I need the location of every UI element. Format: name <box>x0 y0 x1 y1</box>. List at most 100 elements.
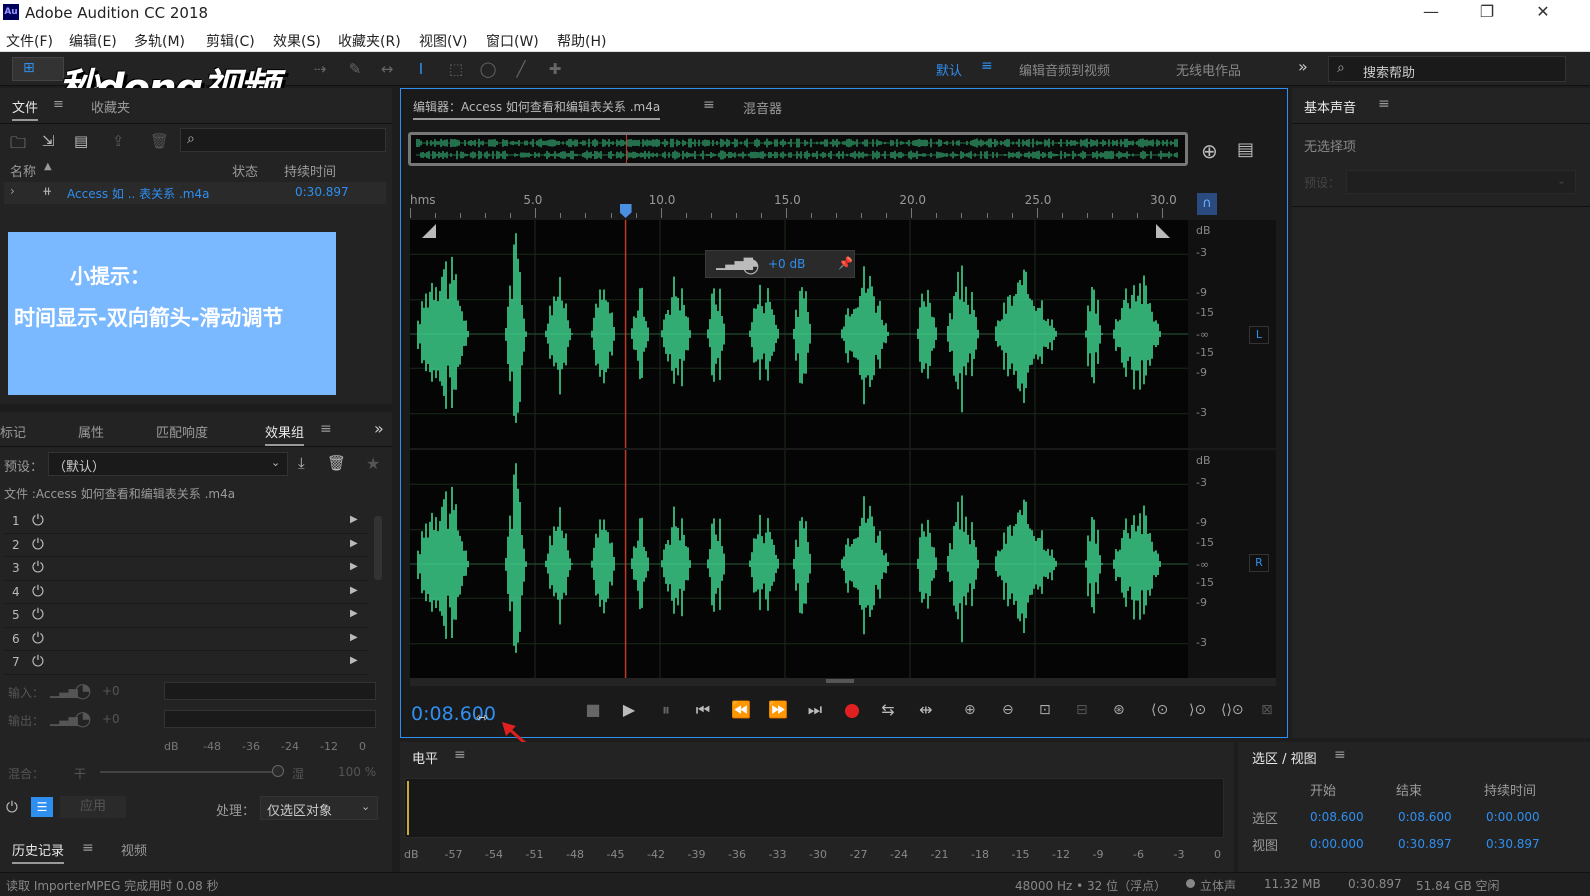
brush-tool-icon[interactable]: ╱ <box>511 60 531 78</box>
razor-tool-icon[interactable]: ✎ <box>345 60 365 78</box>
zoom-in-amplitude-icon[interactable]: ⊕ <box>964 702 976 718</box>
horizontal-scrollbar[interactable] <box>410 678 1276 686</box>
menu-view[interactable]: 视图(V) <box>419 31 468 51</box>
history-menu-icon[interactable]: ≡ <box>82 840 94 856</box>
mix-slider[interactable] <box>100 771 280 773</box>
close-button[interactable]: ✕ <box>1520 0 1566 26</box>
selection-end[interactable]: 0:08.600 <box>1398 810 1452 824</box>
power-icon[interactable]: ⏻ <box>32 558 44 576</box>
tab-files[interactable]: 文件 <box>12 97 39 121</box>
move-tool-icon[interactable]: ⇢ <box>310 60 330 78</box>
tab-markers[interactable]: 标记 <box>0 422 26 441</box>
menu-window[interactable]: 窗口(W) <box>486 31 539 51</box>
slip-tool-icon[interactable]: ↔ <box>377 60 397 78</box>
play-arrow-icon[interactable]: ▶ <box>350 608 358 619</box>
timeline-ruler[interactable]: hms 5.0 10.0 15.0 20.0 25.0 30.0 <box>410 190 1188 220</box>
play-arrow-icon[interactable]: ▶ <box>350 514 358 525</box>
mix-slider-handle[interactable] <box>272 765 284 777</box>
view-start[interactable]: 0:00.000 <box>1310 837 1364 851</box>
skip-selection-icon[interactable]: ⇹ <box>914 700 938 722</box>
effect-slot[interactable]: 6 ⏻ ▶ <box>4 628 368 651</box>
restore-button[interactable]: ❐ <box>1464 0 1510 26</box>
view-duration[interactable]: 0:30.897 <box>1486 837 1540 851</box>
fast-forward-icon[interactable]: ⏩ <box>766 700 790 722</box>
effect-slot[interactable]: 2 ⏻ ▶ <box>4 534 368 557</box>
view-end[interactable]: 0:30.897 <box>1398 837 1452 851</box>
marquee-tool-icon[interactable]: ⬚ <box>446 60 466 78</box>
tab-favorites[interactable]: 收藏夹 <box>91 97 130 116</box>
play-arrow-icon[interactable]: ▶ <box>350 655 358 666</box>
zoom-overview-icon[interactable]: ⊕ <box>1201 139 1218 163</box>
files-menu-icon[interactable]: ≡ <box>53 97 64 112</box>
record-icon[interactable] <box>845 704 859 718</box>
zoom-extra-icon[interactable]: ⊠ <box>1261 702 1273 718</box>
menu-effects[interactable]: 效果(S) <box>273 31 321 51</box>
zoom-time-icon[interactable]: ⊛ <box>1113 702 1125 718</box>
tab-properties[interactable]: 属性 <box>78 422 104 441</box>
tab-match-loudness[interactable]: 匹配响度 <box>156 422 208 441</box>
file-row[interactable]: › ⧺ Access 如 .. 表关系 .m4a 0:30.897 <box>4 182 386 204</box>
selection-view-menu-icon[interactable]: ≡ <box>1334 747 1346 763</box>
power-icon[interactable]: ⏻ <box>32 535 44 553</box>
zoom-selection-icon[interactable]: ⊟ <box>1076 702 1088 718</box>
pin-icon[interactable]: 📌 <box>838 256 853 270</box>
files-search-input[interactable]: ⌕ <box>180 128 386 152</box>
overview-waveform[interactable] <box>408 132 1188 166</box>
new-file-icon[interactable]: ▤ <box>74 132 88 150</box>
overflow-icon[interactable]: » <box>1298 57 1308 76</box>
power-icon[interactable]: ⏻ <box>6 798 18 816</box>
menu-favorites[interactable]: 收藏夹(R) <box>338 31 401 51</box>
pause-icon[interactable]: ⏸ <box>656 700 676 722</box>
menu-file[interactable]: 文件(F) <box>6 31 53 51</box>
skip-end-icon[interactable]: ⏭ <box>804 700 826 722</box>
zoom-out-full-icon[interactable]: ⟨⟩⊙ <box>1221 702 1244 718</box>
favorite-star-icon[interactable]: ★ <box>366 454 380 473</box>
power-icon[interactable]: ⏻ <box>32 511 44 529</box>
channel-left-toggle[interactable]: L <box>1249 326 1269 344</box>
effect-slot[interactable]: 3 ⏻ ▶ <box>4 557 368 581</box>
headphones-icon[interactable]: ∩ <box>1197 193 1217 215</box>
spot-heal-tool-icon[interactable]: ✚ <box>545 60 565 78</box>
scroll-grip[interactable] <box>826 679 854 683</box>
tab-effects-rack[interactable]: 效果组 <box>265 422 305 446</box>
play-icon[interactable]: ▶ <box>619 700 639 722</box>
gain-hud[interactable]: ▁▃▅▇ ◔ +0 dB 📌 <box>705 250 855 278</box>
overflow-icon[interactable]: » <box>374 419 384 438</box>
tab-video[interactable]: 视频 <box>121 840 147 859</box>
zoom-in-left-icon[interactable]: ⟨⊙ <box>1151 702 1168 718</box>
selection-duration[interactable]: 0:00.000 <box>1486 810 1540 824</box>
menu-clip[interactable]: 剪辑(C) <box>206 31 255 51</box>
waveform-view-button[interactable]: ⊞ <box>12 57 64 81</box>
import-icon[interactable]: ⇲ <box>42 132 55 150</box>
workspace-menu-icon[interactable]: ≡ <box>981 58 993 74</box>
menu-edit[interactable]: 编辑(E) <box>69 31 117 51</box>
stop-icon[interactable]: ■ <box>583 700 603 722</box>
effect-slot[interactable]: 5 ⏻ ▶ <box>4 604 368 628</box>
channel-right-toggle[interactable]: R <box>1249 554 1269 572</box>
power-icon[interactable]: ⏻ <box>32 629 44 647</box>
tab-mixer[interactable]: 混音器 <box>743 98 782 117</box>
loop-icon[interactable]: ⇆ <box>877 700 899 722</box>
effects-scrollbar[interactable] <box>374 516 382 580</box>
minimize-button[interactable]: — <box>1408 0 1454 26</box>
play-arrow-icon[interactable]: ▶ <box>350 632 358 643</box>
workspace-default[interactable]: 默认 <box>936 60 962 79</box>
power-icon[interactable]: ⏻ <box>32 652 44 670</box>
play-arrow-icon[interactable]: ▶ <box>350 561 358 572</box>
essential-sound-menu-icon[interactable]: ≡ <box>1378 96 1390 112</box>
playhead-handle[interactable] <box>619 204 632 218</box>
lasso-tool-icon[interactable]: ◯ <box>478 60 498 78</box>
menu-help[interactable]: 帮助(H) <box>557 31 606 51</box>
play-arrow-icon[interactable]: ▶ <box>350 538 358 549</box>
skip-start-icon[interactable]: ⏮ <box>692 700 714 722</box>
column-duration[interactable]: 持续时间 <box>284 161 336 180</box>
zoom-full-icon[interactable]: ⊡ <box>1039 702 1051 718</box>
workspace-radio[interactable]: 无线电作品 <box>1176 60 1241 79</box>
preset-select[interactable]: （默认） ⌄ <box>48 452 288 476</box>
output-gain-knob-icon[interactable]: ◔ <box>74 706 91 730</box>
list-view-icon[interactable]: ☰ <box>31 797 53 817</box>
open-folder-icon[interactable]: 🗀 <box>10 132 26 159</box>
search-help-field[interactable]: ⌕ 搜索帮助 <box>1328 56 1566 82</box>
effect-slot[interactable]: 1 ⏻ ▶ <box>4 510 368 534</box>
zoom-in-right-icon[interactable]: ⟩⊙ <box>1189 702 1206 718</box>
